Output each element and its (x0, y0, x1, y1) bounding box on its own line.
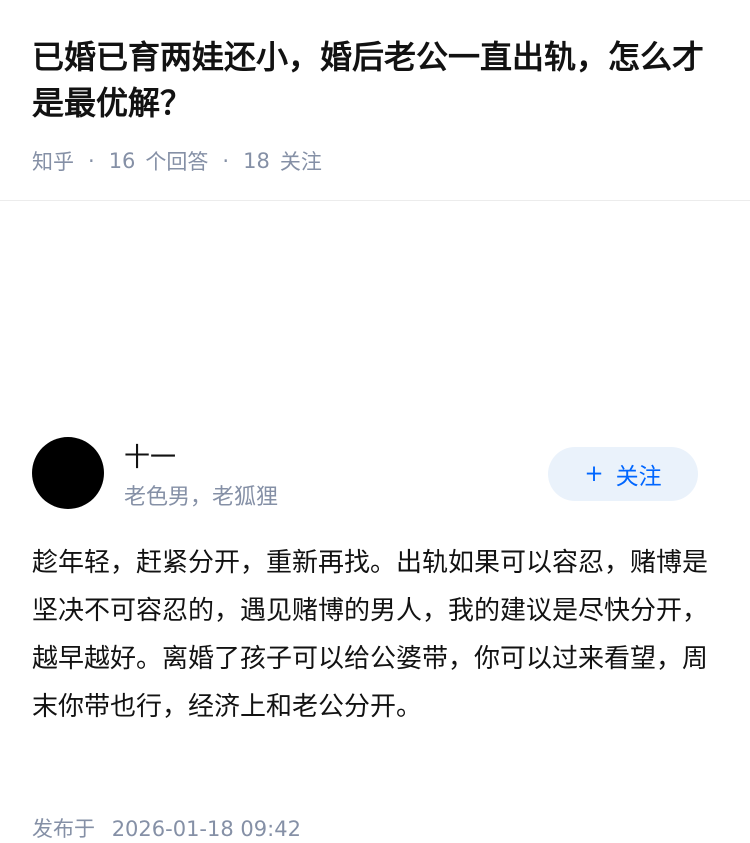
follow-button[interactable]: + 关注 (548, 447, 698, 501)
author-bio: 老色男，老狐狸 (124, 485, 279, 510)
publish-info: 发布于 2026-01-18 09:42 (32, 813, 301, 843)
publish-label: 发布于 (32, 817, 95, 841)
follower-count: 18 (243, 149, 270, 173)
question-title[interactable]: 已婚已育两娃还小，婚后老公一直出轨，怎么才是最优解？ (32, 34, 722, 126)
answer-content: 趁年轻，赶紧分开，重新再找。出轨如果可以容忍，赌博是坚决不可容忍的，遇见赌博的男… (32, 548, 709, 722)
publish-time: 2026-01-18 09:42 (111, 817, 301, 841)
follow-button-label: 关注 (615, 464, 662, 490)
source-label[interactable]: 知乎 (32, 146, 74, 176)
meta-separator: · (88, 149, 95, 173)
author-avatar[interactable] (32, 437, 104, 509)
meta-separator: · (222, 149, 230, 173)
plus-icon: + (584, 461, 604, 487)
question-meta: 知乎 · 16 个回答 · 18 关注 (32, 146, 322, 176)
answer-count: 16 (108, 149, 136, 173)
answer-count-label[interactable]: 个回答 (145, 146, 208, 176)
question-header: 已婚已育两娃还小，婚后老公一直出轨，怎么才是最优解？ 知乎 · 16 个回答 ·… (0, 0, 750, 201)
follower-count-label: 关注 (279, 150, 322, 174)
author-name[interactable]: 十一 (124, 437, 176, 474)
